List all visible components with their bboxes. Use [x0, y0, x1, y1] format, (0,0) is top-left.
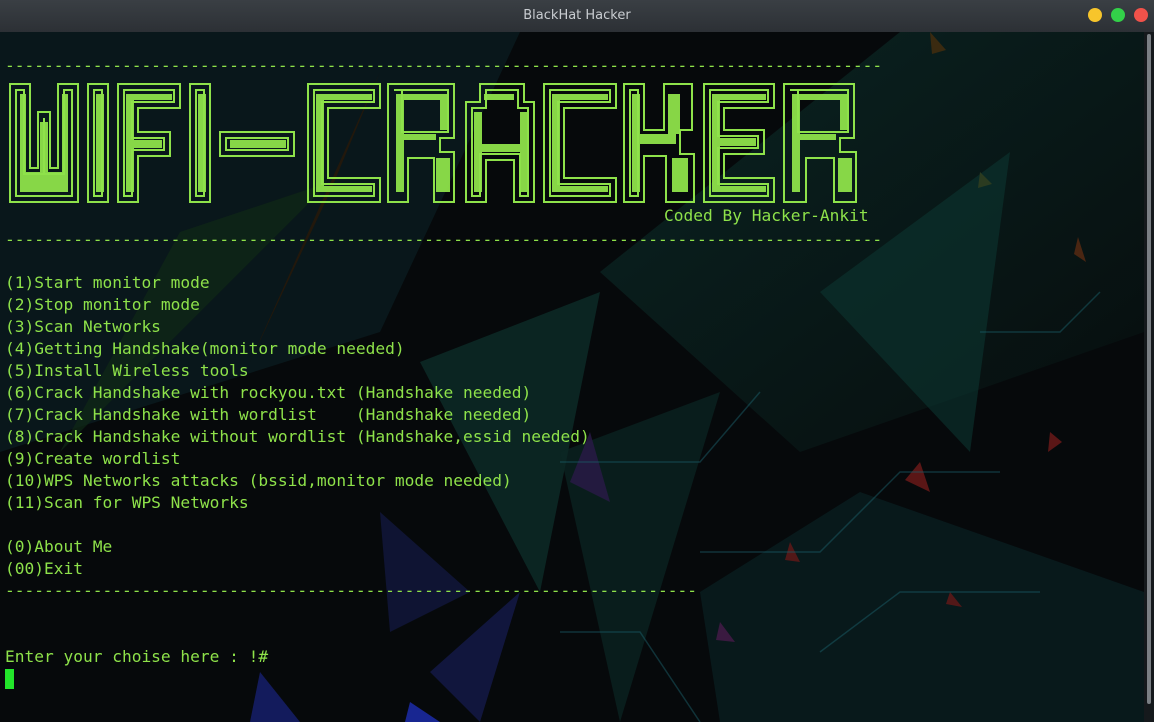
menu-item: (6)Crack Handshake with rockyou.txt (Han…: [5, 383, 532, 402]
menu-item: (9)Create wordlist: [5, 449, 181, 468]
menu-item: (1)Start monitor mode: [5, 273, 210, 292]
menu-item: (5)Install Wireless tools: [5, 361, 249, 380]
minimize-dot-icon[interactable]: [1088, 8, 1102, 22]
menu-item: (3)Scan Networks: [5, 317, 161, 336]
menu-item: (4)Getting Handshake(monitor mode needed…: [5, 339, 405, 358]
menu-item-exit: (00)Exit: [5, 559, 83, 578]
terminal-area[interactable]: ----------------------------------------…: [0, 32, 1144, 722]
scrollbar-thumb[interactable]: [1147, 34, 1151, 704]
menu-item: (10)WPS Networks attacks (bssid,monitor …: [5, 471, 512, 490]
separator-menu-end: ----------------------------------------…: [5, 581, 697, 600]
title-bar[interactable]: BlackHat Hacker: [0, 0, 1154, 33]
terminal-window: BlackHat Hacker ------------------------…: [0, 0, 1154, 722]
separator-bottom: ----------------------------------------…: [5, 230, 883, 249]
window-controls: [1088, 8, 1148, 22]
text-cursor[interactable]: [5, 669, 14, 689]
banner-credit: Coded By Hacker-Ankit: [664, 206, 869, 225]
menu-item: (7)Crack Handshake with wordlist (Handsh…: [5, 405, 532, 424]
menu-item-about: (0)About Me: [5, 537, 113, 556]
close-dot-icon[interactable]: [1134, 8, 1148, 22]
maximize-dot-icon[interactable]: [1111, 8, 1125, 22]
menu-item: (11)Scan for WPS Networks: [5, 493, 249, 512]
input-prompt: Enter your choise here : !#: [5, 647, 269, 666]
menu-item: (2)Stop monitor mode: [5, 295, 200, 314]
scrollbar[interactable]: [1144, 32, 1154, 722]
menu-item: (8)Crack Handshake without wordlist (Han…: [5, 427, 590, 446]
window-title: BlackHat Hacker: [523, 8, 631, 23]
